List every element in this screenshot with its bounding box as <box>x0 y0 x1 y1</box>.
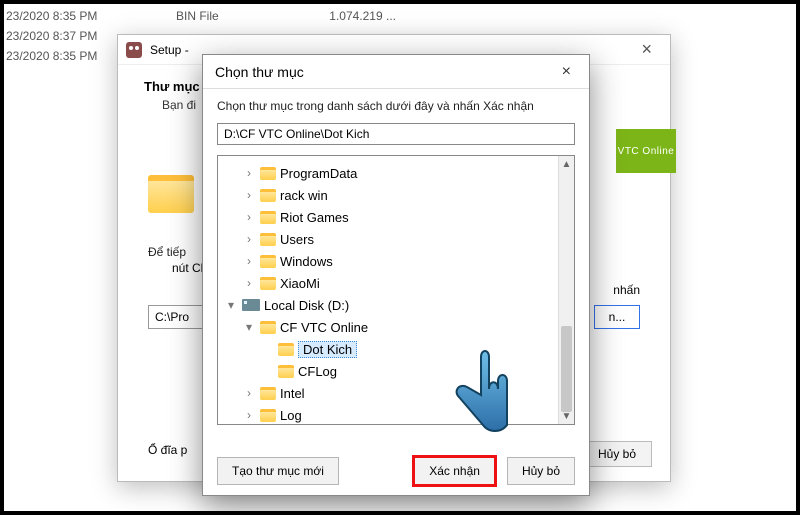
setup-folder-icon <box>148 175 194 213</box>
bg-date: 23/2020 8:35 PM <box>6 49 116 63</box>
folder-browser-dialog: Chọn thư mục × Chọn thư mục trong danh s… <box>202 54 590 496</box>
tree-node[interactable]: › ProgramData <box>224 162 574 184</box>
chevron-down-icon[interactable]: ▾ <box>242 320 256 334</box>
vtc-online-logo: VTC Online <box>616 129 676 173</box>
setup-cancel-button[interactable]: Hủy bỏ <box>582 441 652 467</box>
folder-icon <box>260 409 276 422</box>
tree-node[interactable]: › rack win <box>224 184 574 206</box>
folder-icon <box>260 255 276 268</box>
bg-date: 23/2020 8:35 PM <box>6 9 116 23</box>
chevron-right-icon[interactable]: › <box>242 254 256 268</box>
setup-close-icon[interactable]: × <box>631 39 662 60</box>
confirm-button[interactable]: Xác nhận <box>414 457 495 485</box>
folder-icon <box>260 387 276 400</box>
tree-node-label: Log <box>280 408 302 423</box>
tree-node-label: Windows <box>280 254 333 269</box>
tree-node[interactable]: › Riot Games <box>224 206 574 228</box>
folder-icon <box>260 189 276 202</box>
tree-node-label: rack win <box>280 188 328 203</box>
cancel-button[interactable]: Hủy bỏ <box>507 457 575 485</box>
tree-node-label: CF VTC Online <box>280 320 368 335</box>
bg-type: BIN File <box>176 9 256 23</box>
tree-node-label: CFLog <box>298 364 337 379</box>
scrollbar-down-icon[interactable]: ▼ <box>559 408 574 424</box>
dialog-close-icon[interactable]: × <box>556 63 577 81</box>
tree-node[interactable]: › Intel <box>224 382 574 404</box>
tree-node[interactable]: › Users <box>224 228 574 250</box>
chevron-right-icon[interactable]: › <box>242 408 256 422</box>
chevron-right-icon[interactable]: › <box>242 386 256 400</box>
folder-icon <box>260 167 276 180</box>
tree-node[interactable]: › Log <box>224 404 574 425</box>
tree-node[interactable]: › XiaoMi <box>224 272 574 294</box>
folder-icon <box>260 233 276 246</box>
chevron-right-icon[interactable]: › <box>242 232 256 246</box>
tree-node[interactable]: ▾ Local Disk (D:) <box>224 294 574 316</box>
chevron-right-icon[interactable]: › <box>242 188 256 202</box>
tree-node[interactable]: Dot Kich <box>224 338 574 360</box>
dialog-titlebar[interactable]: Chọn thư mục × <box>203 55 589 89</box>
scrollbar-track[interactable]: ▲ ▼ <box>558 156 574 424</box>
setup-app-icon <box>126 42 142 58</box>
chevron-right-icon[interactable]: › <box>242 276 256 290</box>
chevron-right-icon[interactable]: › <box>242 166 256 180</box>
tree-node-label: ProgramData <box>280 166 357 181</box>
chevron-right-icon[interactable]: › <box>242 210 256 224</box>
scrollbar-thumb[interactable] <box>561 326 572 412</box>
tree-node-label: Intel <box>280 386 305 401</box>
tree-node-label: Local Disk (D:) <box>264 298 349 313</box>
folder-icon <box>260 321 276 334</box>
tree-node[interactable]: › Windows <box>224 250 574 272</box>
tree-node-label: Dot Kich <box>298 341 357 358</box>
folder-tree[interactable]: › ProgramData › rack win › Riot Games › Users › W… <box>217 155 575 425</box>
setup-right-text: nhấn <box>613 283 640 297</box>
new-folder-button[interactable]: Tạo thư mục mới <box>217 457 339 485</box>
tree-node[interactable]: ▾ CF VTC Online <box>224 316 574 338</box>
bg-row: 23/2020 8:35 PM BIN File 1.074.219 ... <box>6 6 396 26</box>
tree-node-label: Users <box>280 232 314 247</box>
chevron-down-icon[interactable]: ▾ <box>224 298 238 312</box>
folder-icon <box>260 277 276 290</box>
folder-icon <box>260 211 276 224</box>
folder-icon <box>278 365 294 378</box>
folder-icon <box>278 343 294 356</box>
dialog-path-input[interactable] <box>217 123 575 145</box>
disk-icon <box>242 299 260 311</box>
tree-node-label: Riot Games <box>280 210 349 225</box>
bg-date: 23/2020 8:37 PM <box>6 29 116 43</box>
setup-instruction-1: Để tiếp <box>148 245 186 259</box>
dialog-title: Chọn thư mục <box>215 64 304 80</box>
setup-disk-label: Ổ đĩa p <box>148 443 187 457</box>
dialog-hint: Chọn thư mục trong danh sách dưới đây và… <box>217 99 575 113</box>
tree-node-label: XiaoMi <box>280 276 320 291</box>
tree-node[interactable]: CFLog <box>224 360 574 382</box>
bg-size: 1.074.219 ... <box>316 9 396 23</box>
scrollbar-up-icon[interactable]: ▲ <box>559 156 574 172</box>
setup-browse-button[interactable]: n... <box>594 305 640 329</box>
setup-title-text: Setup - <box>150 43 189 57</box>
